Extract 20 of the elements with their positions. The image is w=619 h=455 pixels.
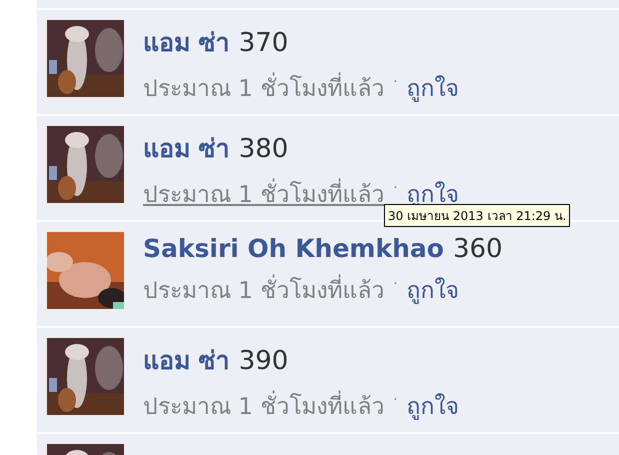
comment-text: 390 xyxy=(238,346,288,376)
like-link[interactable]: ถูกใจ xyxy=(406,70,459,106)
timestamp-link[interactable]: ประมาณ 1 ชั่วโมงที่แล้ว xyxy=(143,388,384,424)
author-name[interactable]: แอม ซ่า xyxy=(143,128,230,168)
like-link[interactable]: ถูกใจ xyxy=(406,388,459,424)
timestamp-link[interactable]: ประมาณ 1 ชั่วโมงที่แล้ว xyxy=(143,70,384,106)
timestamp-link[interactable]: ประมาณ 1 ชั่วโมงที่แล้ว xyxy=(143,176,384,212)
separator: · xyxy=(393,74,398,90)
comment-text: 370 xyxy=(238,28,288,58)
timestamp-link[interactable]: ประมาณ 1 ชั่วโมงที่แล้ว xyxy=(143,272,384,308)
comment-text: 380 xyxy=(238,134,288,164)
separator: · xyxy=(393,180,398,196)
author-name[interactable]: แอม ซ่า xyxy=(143,340,230,380)
like-link[interactable]: ถูกใจ xyxy=(406,272,459,308)
tooltip: 30 เมษายน 2013 เวลา 21:29 น. xyxy=(384,204,570,227)
comment-text: 360 xyxy=(452,234,503,264)
author-name[interactable]: Saksiri Oh Khemkhao xyxy=(143,234,444,263)
author-name[interactable]: แอม ซ่า xyxy=(143,22,230,62)
separator: · xyxy=(393,392,398,408)
separator: · xyxy=(393,276,398,292)
